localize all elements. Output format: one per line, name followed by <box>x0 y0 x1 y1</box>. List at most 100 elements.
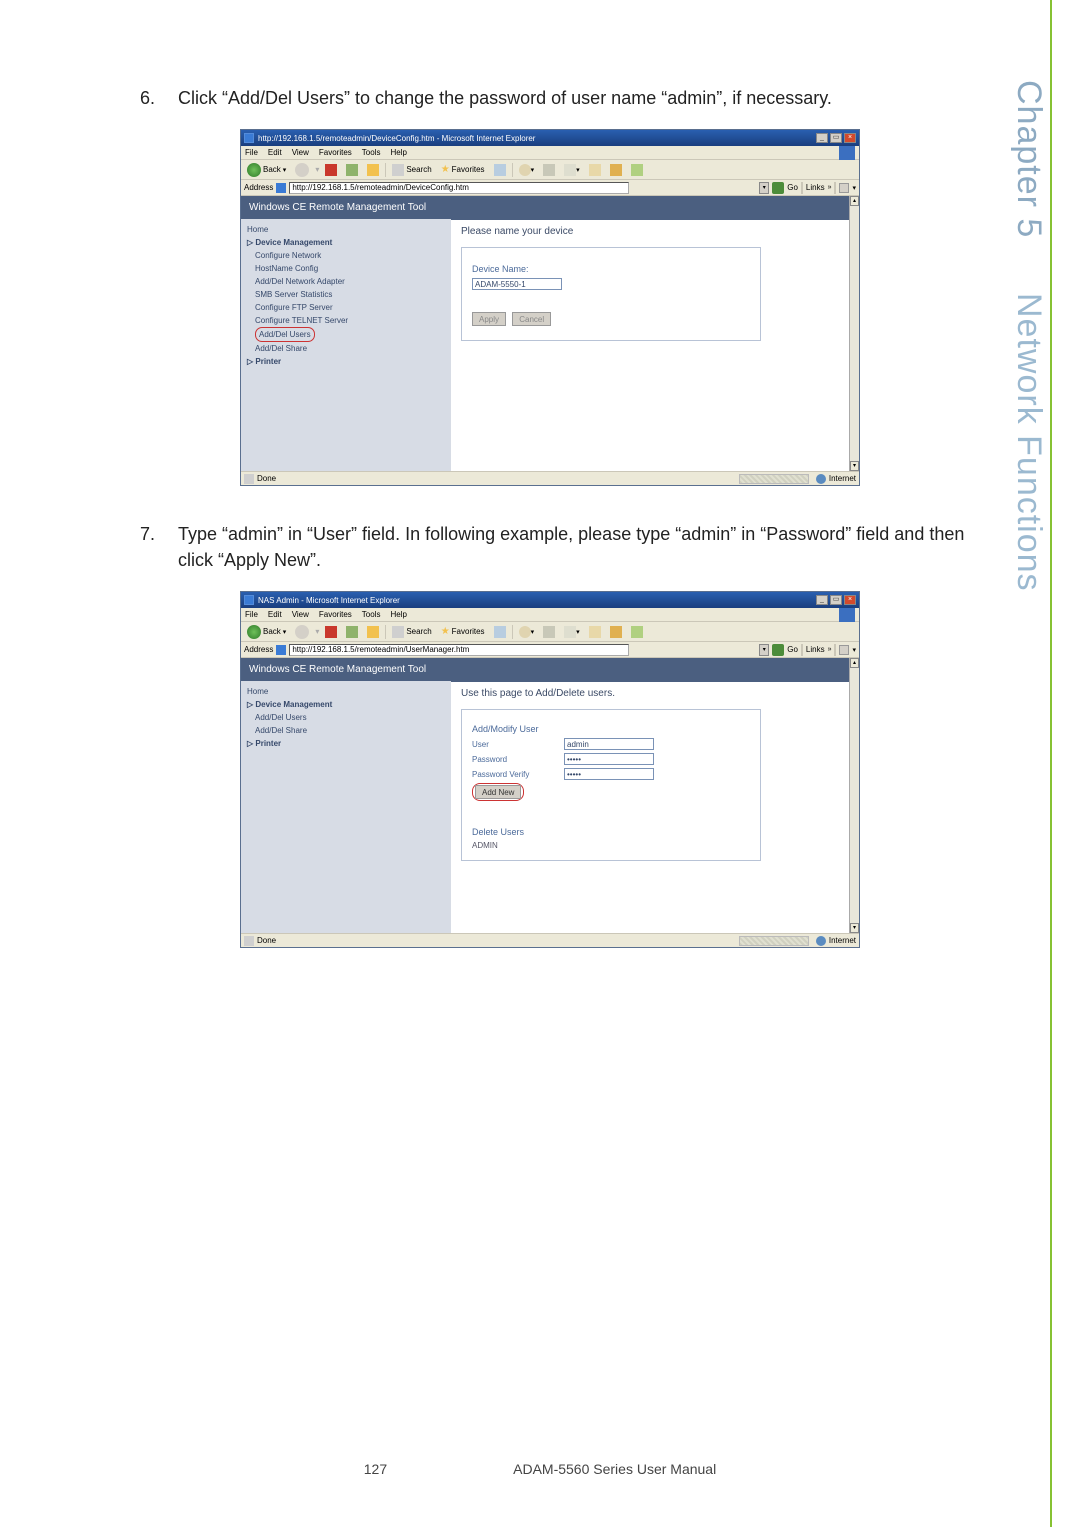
scroll-down-icon[interactable]: ▾ <box>850 461 859 471</box>
nav-configure-ftp-server[interactable]: Configure FTP Server <box>255 301 451 314</box>
page-heading: Use this page to Add/Delete users. <box>461 688 849 699</box>
nav-configure-network[interactable]: Configure Network <box>255 249 451 262</box>
search-button[interactable]: Search <box>389 162 434 178</box>
nav-smb-server-statistics[interactable]: SMB Server Statistics <box>255 288 451 301</box>
links-label[interactable]: Links <box>806 645 825 654</box>
scroll-up-icon[interactable]: ▴ <box>850 196 859 206</box>
scroll-up-icon[interactable]: ▴ <box>850 658 859 668</box>
address-dropdown[interactable]: ▾ <box>759 644 769 656</box>
nav-home[interactable]: Home <box>247 223 451 236</box>
menu-help[interactable]: Help <box>390 148 406 157</box>
nav-home[interactable]: Home <box>247 685 451 698</box>
history-button[interactable] <box>491 624 509 640</box>
stop-button[interactable] <box>322 162 340 178</box>
discuss-button[interactable] <box>586 162 604 178</box>
home-button[interactable] <box>364 624 382 640</box>
nav-add-del-share[interactable]: Add/Del Share <box>255 342 451 355</box>
ie-logo-icon <box>839 608 855 622</box>
messenger-button[interactable] <box>607 624 625 640</box>
maximize-button[interactable]: ▭ <box>830 595 842 605</box>
toolbar-extra-icon[interactable] <box>839 183 849 193</box>
menu-view[interactable]: View <box>292 610 309 619</box>
nav-printer[interactable]: ▷ Printer <box>247 355 451 368</box>
vertical-scrollbar[interactable]: ▴ ▾ <box>849 196 859 471</box>
nav-hostname-config[interactable]: HostName Config <box>255 262 451 275</box>
home-button[interactable] <box>364 162 382 178</box>
stop-button[interactable] <box>322 624 340 640</box>
menu-favorites[interactable]: Favorites <box>319 148 352 157</box>
user-input[interactable]: admin <box>564 738 654 750</box>
screenshot-2: NAS Admin - Microsoft Internet Explorer … <box>240 591 970 948</box>
apply-button[interactable]: Apply <box>472 312 506 326</box>
step-text: Type “admin” in “User” field. In followi… <box>178 521 970 573</box>
page-footer: 127 ADAM-5560 Series User Manual <box>0 1461 1080 1477</box>
menu-favorites[interactable]: Favorites <box>319 610 352 619</box>
device-name-input[interactable]: ADAM-5550-1 <box>472 278 562 290</box>
menu-edit[interactable]: Edit <box>268 148 282 157</box>
nav-configure-telnet-server[interactable]: Configure TELNET Server <box>255 314 451 327</box>
edit-button[interactable]: ▾ <box>561 162 583 178</box>
mail-button[interactable]: ▾ <box>516 624 538 640</box>
minimize-button[interactable]: _ <box>816 595 828 605</box>
vertical-scrollbar[interactable]: ▴ ▾ <box>849 658 859 933</box>
menu-tools[interactable]: Tools <box>362 610 381 619</box>
print-button[interactable] <box>540 162 558 178</box>
nav-printer[interactable]: ▷ Printer <box>247 737 451 750</box>
toolbar-extra-icon[interactable] <box>839 645 849 655</box>
print-button[interactable] <box>540 624 558 640</box>
edit-button[interactable]: ▾ <box>561 624 583 640</box>
nav-device-management[interactable]: ▷ Device Management <box>247 698 451 711</box>
chapter-title: Network Functions <box>1010 293 1048 592</box>
nav-device-management[interactable]: ▷ Device Management <box>247 236 451 249</box>
password-input[interactable]: ••••• <box>564 753 654 765</box>
mail-button[interactable]: ▾ <box>516 162 538 178</box>
forward-button[interactable] <box>292 162 312 178</box>
nav-add-del-network-adapter[interactable]: Add/Del Network Adapter <box>255 275 451 288</box>
status-bar: Done Internet <box>241 933 859 947</box>
cancel-button[interactable]: Cancel <box>512 312 551 326</box>
wce-header: Windows CE Remote Management Tool <box>241 658 451 681</box>
messenger-button[interactable] <box>607 162 625 178</box>
page-number: 127 <box>364 1461 387 1477</box>
favorites-button[interactable]: ★Favorites <box>438 162 488 178</box>
extra-button[interactable] <box>628 624 646 640</box>
back-button[interactable]: Back▾ <box>244 162 289 178</box>
nav-add-del-users[interactable]: Add/Del Users <box>255 327 315 342</box>
address-input[interactable]: http://192.168.1.5/remoteadmin/UserManag… <box>289 644 629 656</box>
menu-edit[interactable]: Edit <box>268 610 282 619</box>
extra-button[interactable] <box>628 162 646 178</box>
menu-file[interactable]: File <box>245 610 258 619</box>
forward-button[interactable] <box>292 624 312 640</box>
delete-user-item[interactable]: ADMIN <box>472 841 750 850</box>
refresh-button[interactable] <box>343 624 361 640</box>
menu-help[interactable]: Help <box>390 610 406 619</box>
menu-tools[interactable]: Tools <box>362 148 381 157</box>
user-label: User <box>472 740 552 749</box>
favorites-button[interactable]: ★Favorites <box>438 624 488 640</box>
nav-add-del-users[interactable]: Add/Del Users <box>255 711 451 724</box>
history-button[interactable] <box>491 162 509 178</box>
maximize-button[interactable]: ▭ <box>830 133 842 143</box>
menu-view[interactable]: View <box>292 148 309 157</box>
close-button[interactable]: × <box>844 595 856 605</box>
scroll-down-icon[interactable]: ▾ <box>850 923 859 933</box>
address-dropdown[interactable]: ▾ <box>759 182 769 194</box>
add-new-button[interactable]: Add New <box>475 785 521 799</box>
back-button[interactable]: Back▾ <box>244 624 289 640</box>
page-icon <box>276 645 286 655</box>
close-button[interactable]: × <box>844 133 856 143</box>
password-verify-input[interactable]: ••••• <box>564 768 654 780</box>
minimize-button[interactable]: _ <box>816 133 828 143</box>
refresh-button[interactable] <box>343 162 361 178</box>
links-label[interactable]: Links <box>806 183 825 192</box>
discuss-button[interactable] <box>586 624 604 640</box>
go-button[interactable] <box>772 644 784 656</box>
menu-file[interactable]: File <box>245 148 258 157</box>
go-button[interactable] <box>772 182 784 194</box>
search-button[interactable]: Search <box>389 624 434 640</box>
nav-add-del-share[interactable]: Add/Del Share <box>255 724 451 737</box>
address-input[interactable]: http://192.168.1.5/remoteadmin/DeviceCon… <box>289 182 629 194</box>
document-title: ADAM-5560 Series User Manual <box>513 1461 716 1477</box>
delete-users-heading: Delete Users <box>472 827 750 837</box>
go-label: Go <box>787 183 798 192</box>
